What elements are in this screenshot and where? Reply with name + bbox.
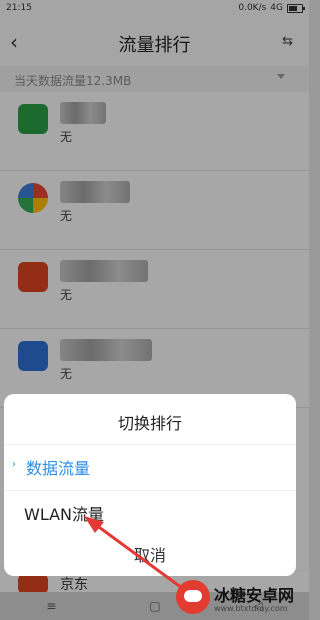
option-mobile-data[interactable]: › 数据流量	[4, 444, 296, 487]
option-label: 数据流量	[26, 459, 91, 478]
watermark-name: 冰糖安卓网	[214, 586, 295, 605]
watermark: 冰糖安卓网 www.btxtdmy.com	[176, 578, 309, 620]
option-label: WLAN流量	[24, 505, 105, 524]
sheet-title: 切换排行	[117, 414, 182, 433]
selected-indicator-icon: ›	[12, 459, 16, 470]
watermark-url: www.btxtdmy.com	[214, 604, 288, 613]
cancel-button[interactable]: 取消	[4, 542, 296, 566]
option-wlan[interactable]: WLAN流量	[4, 490, 296, 533]
switch-ranking-sheet: 切换排行 › 数据流量 WLAN流量 取消	[4, 394, 296, 576]
watermark-logo-icon	[176, 580, 210, 614]
